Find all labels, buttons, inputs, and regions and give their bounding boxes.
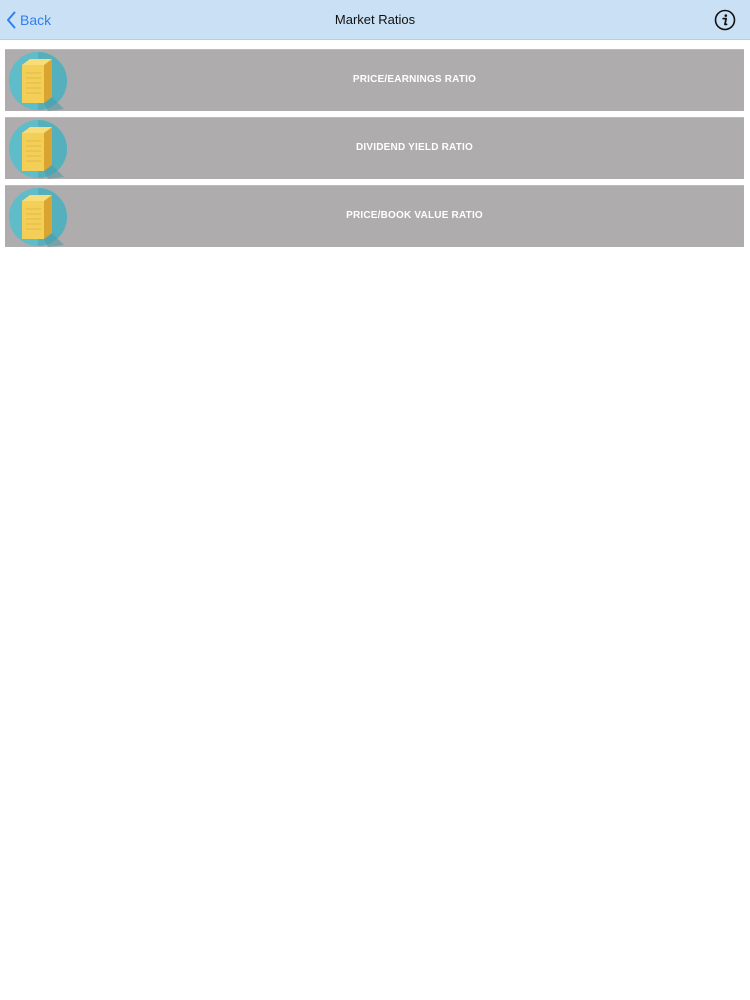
book-icon bbox=[9, 120, 67, 179]
ratio-list: PRICE/EARNINGS RATIO DIVIDEND YIELD RATI… bbox=[5, 49, 744, 253]
navigation-bar: Back Market Ratios bbox=[0, 0, 750, 40]
info-button[interactable] bbox=[714, 9, 736, 31]
list-item-price-earnings-ratio[interactable]: PRICE/EARNINGS RATIO bbox=[5, 49, 744, 111]
page-title: Market Ratios bbox=[334, 12, 416, 27]
list-item-label: PRICE/EARNINGS RATIO bbox=[352, 74, 477, 85]
book-icon bbox=[9, 188, 67, 247]
list-item-price-book-value-ratio[interactable]: PRICE/BOOK VALUE RATIO bbox=[5, 185, 744, 247]
list-item-label: DIVIDEND YIELD RATIO bbox=[356, 142, 473, 153]
list-item-label: PRICE/BOOK VALUE RATIO bbox=[346, 210, 483, 221]
list-item-dividend-yield-ratio[interactable]: DIVIDEND YIELD RATIO bbox=[5, 117, 744, 179]
info-circle-icon bbox=[714, 9, 736, 31]
book-icon bbox=[9, 52, 67, 111]
